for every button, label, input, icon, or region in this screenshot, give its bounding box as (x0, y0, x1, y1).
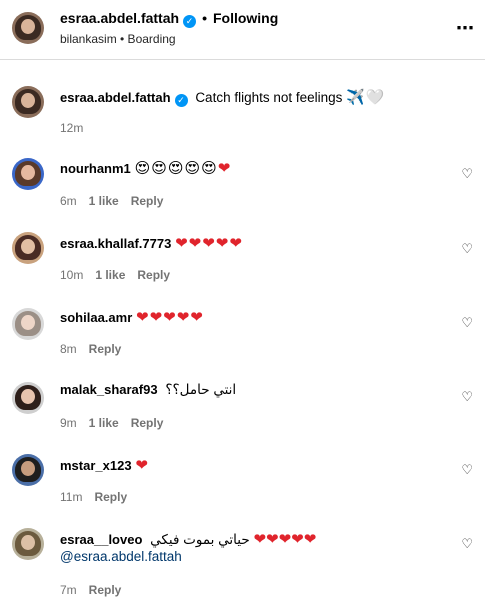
comment-item: malak_sharaf93 انتي حامل؟؟ 9m 1 like Reply… (0, 380, 485, 440)
like-comment-icon[interactable]: ♡ (461, 462, 473, 478)
commenter-avatar[interactable] (12, 528, 44, 560)
reply-button[interactable]: Reply (94, 490, 127, 504)
like-comment-icon[interactable]: ♡ (461, 241, 473, 257)
comment-likes[interactable]: 1 like (89, 194, 119, 208)
verified-icon: ✓ (183, 15, 197, 28)
comment-meta: 7m Reply (60, 583, 133, 597)
comment-time[interactable]: 6m (60, 194, 77, 208)
caption-text-line: esraa.abdel.fattah ✓ Catch flights not fe… (60, 88, 386, 107)
caption-emoji: ✈️🤍 (346, 89, 386, 106)
comment-text-line: esraa.khallaf.7773 ❤❤❤❤❤ (60, 234, 243, 252)
comment-time[interactable]: 9m (60, 416, 77, 430)
comment-text-line: sohilaa.amr ❤❤❤❤❤ (60, 308, 204, 326)
like-comment-icon[interactable]: ♡ (461, 315, 473, 331)
comment-text-line: esraa__loveo حياتي بموت فيكي ❤❤❤❤❤ (60, 530, 316, 548)
comment-text-line: nourhanm1 😍😍😍😍😍❤ (60, 159, 231, 177)
comment-item: nourhanm1 😍😍😍😍😍❤ 6m 1 like Reply ♡ (0, 158, 485, 218)
comment-text-line: mstar_x123 ❤ (60, 456, 149, 474)
author-avatar[interactable] (12, 12, 44, 44)
comment-username[interactable]: nourhanm1 (60, 161, 131, 176)
comment-username[interactable]: sohilaa.amr (60, 310, 132, 325)
mention-link[interactable]: @esraa.abdel.fattah (60, 549, 182, 564)
caption-meta: 12m (60, 121, 95, 135)
author-username[interactable]: esraa.abdel.fattah (60, 10, 179, 26)
comment-text: حياتي بموت فيكي (150, 532, 250, 547)
comment-hearts: ❤❤❤❤❤ (175, 235, 243, 252)
comment-hearts: ❤ (217, 160, 232, 177)
comment-text-line: malak_sharaf93 انتي حامل؟؟ (60, 382, 236, 398)
like-comment-icon[interactable]: ♡ (461, 536, 473, 552)
separator-dot: • (202, 10, 207, 26)
comment-meta: 9m 1 like Reply (60, 416, 175, 430)
reply-button[interactable]: Reply (131, 194, 164, 208)
following-button[interactable]: Following (213, 10, 278, 26)
comment-hearts: ❤❤❤❤❤ (136, 309, 204, 326)
caption-time[interactable]: 12m (60, 121, 83, 135)
comment-meta: 11m Reply (60, 490, 139, 504)
comment-item: sohilaa.amr ❤❤❤❤❤ 8m Reply ♡ (0, 306, 485, 366)
comment-item: mstar_x123 ❤ 11m Reply ♡ (0, 454, 485, 514)
post-header: esraa.abdel.fattah ✓ • Following bilankasim… (0, 0, 485, 60)
reply-button[interactable]: Reply (137, 268, 170, 282)
comment-item: esraa.khallaf.7773 ❤❤❤❤❤ 10m 1 like Reply … (0, 232, 485, 292)
commenter-avatar[interactable] (12, 308, 44, 340)
comment-time[interactable]: 7m (60, 583, 77, 597)
commenter-avatar[interactable] (12, 454, 44, 486)
post-subtitle[interactable]: bilankasim • Boarding (60, 32, 176, 46)
comment-time[interactable]: 11m (60, 490, 82, 504)
comment-hearts: ❤ (135, 457, 149, 474)
comment-time[interactable]: 10m (60, 268, 83, 282)
reply-button[interactable]: Reply (89, 583, 122, 597)
comment-username[interactable]: esraa__loveo (60, 532, 142, 547)
caption-avatar[interactable] (12, 86, 44, 118)
comment-emoji: 😍😍😍😍😍 (134, 160, 218, 177)
more-options-icon[interactable]: ⋯ (456, 18, 474, 39)
like-comment-icon[interactable]: ♡ (461, 389, 473, 405)
reply-button[interactable]: Reply (89, 342, 122, 356)
comment-username[interactable]: esraa.khallaf.7773 (60, 236, 171, 251)
like-comment-icon[interactable]: ♡ (461, 166, 473, 182)
commenter-avatar[interactable] (12, 158, 44, 190)
caption-username[interactable]: esraa.abdel.fattah (60, 90, 171, 105)
comment-mention-line: @esraa.abdel.fattah (60, 549, 182, 564)
comment-item: esraa__loveo حياتي بموت فيكي ❤❤❤❤❤ @esra… (0, 528, 485, 599)
verified-icon: ✓ (174, 94, 188, 107)
author-line: esraa.abdel.fattah ✓ • Following (60, 10, 278, 28)
caption-text: Catch flights not feelings (195, 90, 343, 105)
commenter-avatar[interactable] (12, 232, 44, 264)
comment-meta: 6m 1 like Reply (60, 194, 175, 208)
comment-likes[interactable]: 1 like (95, 268, 125, 282)
comment-meta: 8m Reply (60, 342, 133, 356)
comment-text: انتي حامل؟؟ (165, 382, 237, 397)
reply-button[interactable]: Reply (131, 416, 164, 430)
comment-username[interactable]: mstar_x123 (60, 458, 132, 473)
comment-username[interactable]: malak_sharaf93 (60, 382, 158, 397)
comment-time[interactable]: 8m (60, 342, 77, 356)
commenter-avatar[interactable] (12, 382, 44, 414)
post-caption: esraa.abdel.fattah ✓ Catch flights not fe… (0, 84, 485, 144)
comment-meta: 10m 1 like Reply (60, 268, 182, 282)
comment-hearts: ❤❤❤❤❤ (253, 531, 317, 548)
comment-likes[interactable]: 1 like (89, 416, 119, 430)
